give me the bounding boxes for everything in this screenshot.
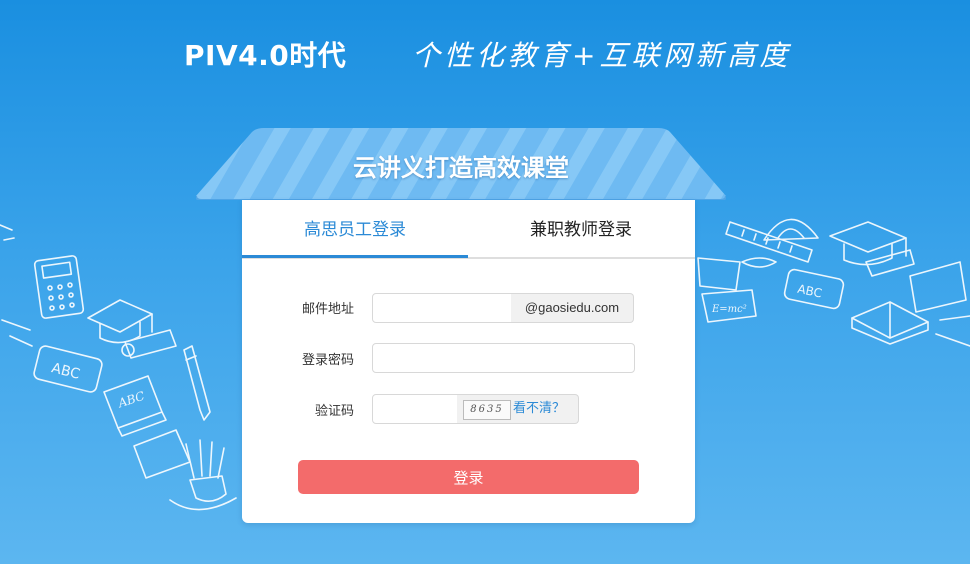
email-label: 邮件地址 [301,302,354,317]
protractor-icon [763,218,819,241]
open-book-icon [851,301,929,345]
pencil-cup-icon [133,429,237,511]
slogan-text: 个性化教育+互联网新高度 [412,39,792,72]
svg-text:E=mc²: E=mc² [711,304,747,315]
graduation-cap-icon [87,299,153,344]
svg-text:ABC: ABC [796,282,823,301]
abc-eraser-icon: ABC [33,345,103,393]
svg-text:ABC: ABC [115,389,146,411]
svg-text:ABC: ABC [50,360,82,383]
captcha-field[interactable] [372,394,459,424]
password-field[interactable] [372,343,635,373]
login-tabs: 高思员工登录 兼职教师登录 [242,200,695,259]
captcha-image[interactable]: 8635 [463,400,511,420]
ruler-icon [725,221,813,263]
abc-book-icon: ABC [103,375,167,437]
tab-staff-login[interactable]: 高思员工登录 [242,200,468,258]
email-suffix: @gaosiedu.com [511,293,634,323]
diploma-icon [121,329,177,359]
captcha-box: 8635 看不清？ [457,394,579,424]
email-field[interactable] [372,293,513,323]
captcha-label: 验证码 [314,404,354,419]
tab-teacher-login[interactable]: 兼职教师登录 [468,200,694,257]
password-label: 登录密码 [301,353,354,368]
login-button[interactable]: 登录 [298,460,639,494]
graduation-cap-icon-right [829,221,907,266]
calculator-icon [33,255,85,319]
panel-title: 云讲义打造高效课堂 [353,154,569,182]
pen-icon [183,345,211,421]
panel-roof: 云讲义打造高效课堂 [196,128,726,200]
captcha-refresh-link[interactable]: 看不清？ [513,395,565,423]
abc-eraser-icon-right: ABC [783,268,845,310]
brand-title: PIV4.0时代 [184,39,347,72]
